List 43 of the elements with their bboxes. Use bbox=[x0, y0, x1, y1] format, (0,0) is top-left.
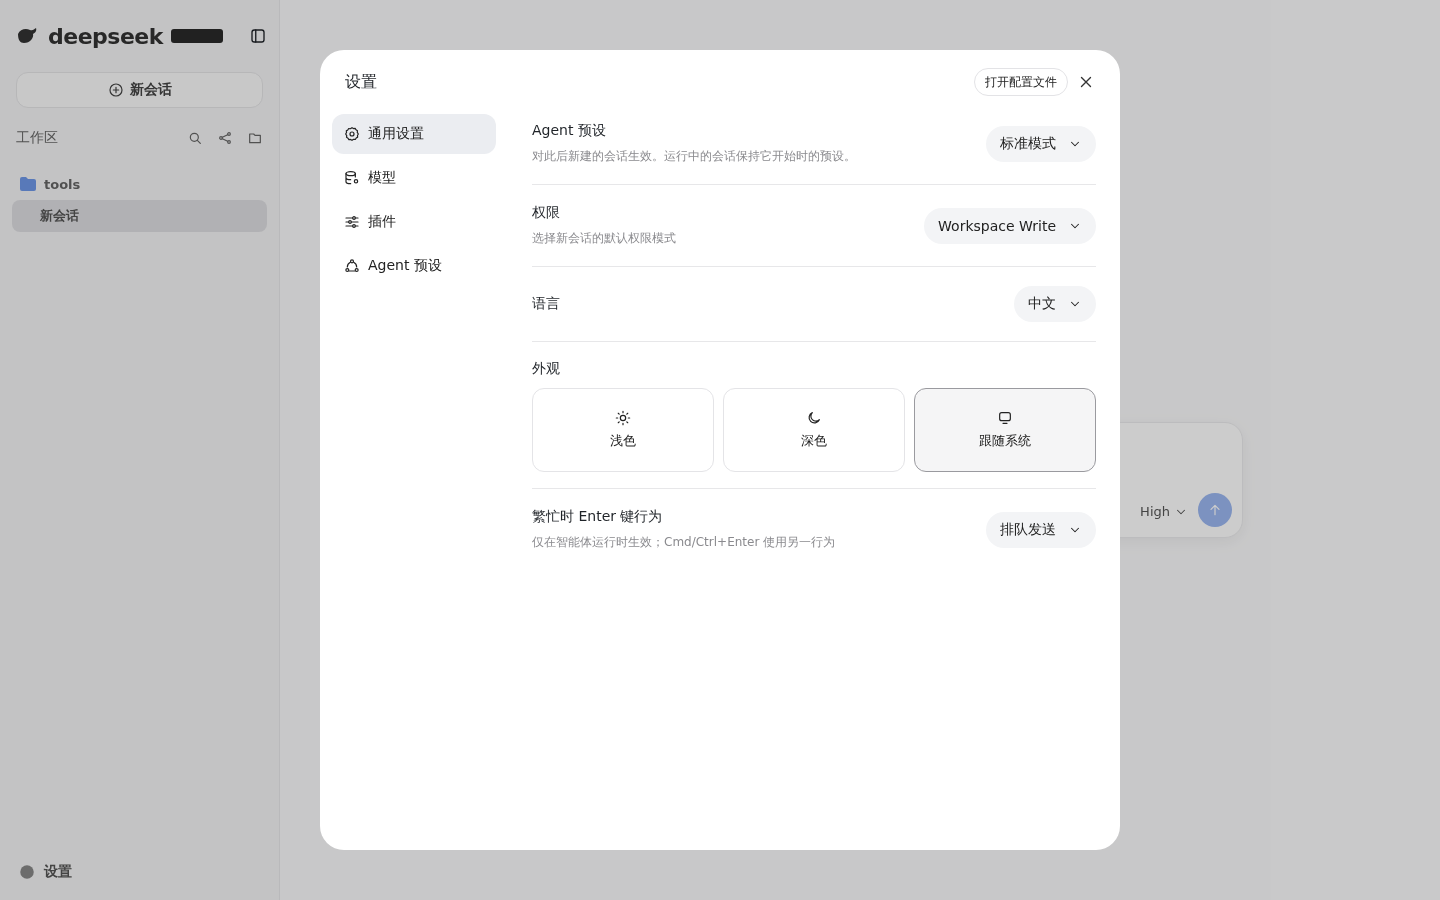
gear-icon bbox=[344, 126, 360, 142]
dropdown[interactable]: 标准模式 bbox=[986, 125, 1096, 162]
section-label: 工作区 bbox=[16, 129, 58, 147]
dropdown[interactable]: 排队发送 bbox=[986, 511, 1096, 548]
database-icon bbox=[344, 170, 360, 186]
version-badge bbox=[170, 29, 223, 43]
sidebar-toggle-icon bbox=[249, 27, 267, 45]
chat-item[interactable]: 新会话 bbox=[12, 200, 267, 232]
new-chat-button[interactable]: 新会话 bbox=[16, 72, 263, 108]
moon-icon bbox=[806, 410, 822, 426]
theme-option[interactable]: 浅色 bbox=[532, 388, 714, 472]
setting-label: 外观 bbox=[532, 360, 561, 378]
setting-label: Agent 预设 bbox=[532, 122, 607, 140]
setting-description: 仅在智能体运行时生效；Cmd/Ctrl+Enter 使用另一行为 bbox=[532, 534, 837, 551]
open-config-button[interactable]: 打开配置文件 bbox=[974, 68, 1068, 96]
folder-icon bbox=[20, 177, 36, 191]
setting-label: 权限 bbox=[532, 204, 561, 222]
sliders-icon bbox=[344, 214, 360, 230]
setting-label: 繁忙时 Enter 键行为 bbox=[532, 508, 664, 526]
folder-name[interactable]: tools bbox=[44, 176, 81, 192]
nav-item[interactable]: 通用设置 bbox=[332, 114, 496, 154]
theme-option[interactable]: 跟随系统 bbox=[914, 388, 1096, 472]
brand-name: deepseek bbox=[48, 23, 163, 49]
arrow-up-icon bbox=[1207, 502, 1223, 518]
nav-item[interactable]: 模型 bbox=[332, 158, 496, 198]
setting-description: 对此后新建的会话生效。运行中的会话保持它开始时的预设。 bbox=[532, 148, 857, 165]
share-icon bbox=[217, 130, 233, 146]
setting-label: 语言 bbox=[532, 295, 561, 313]
monitor-icon bbox=[997, 410, 1013, 426]
setting-description: 选择新会话的默认权限模式 bbox=[532, 230, 677, 247]
nav-item[interactable]: 插件 bbox=[332, 202, 496, 242]
theme-option[interactable]: 深色 bbox=[723, 388, 905, 472]
dialog-title: 设置 bbox=[345, 71, 378, 93]
settings-link[interactable]: 设置 bbox=[44, 863, 72, 881]
nodes-icon bbox=[344, 258, 360, 274]
effort-label[interactable]: High bbox=[1140, 504, 1170, 519]
nav-item[interactable]: Agent 预设 bbox=[332, 246, 496, 286]
sun-icon bbox=[615, 410, 631, 426]
plus-circle-icon bbox=[107, 82, 124, 98]
dropdown[interactable]: 中文 bbox=[1014, 286, 1096, 322]
new-folder-icon bbox=[247, 130, 263, 146]
search-icon bbox=[187, 130, 203, 146]
dropdown[interactable]: Workspace Write bbox=[924, 207, 1096, 244]
